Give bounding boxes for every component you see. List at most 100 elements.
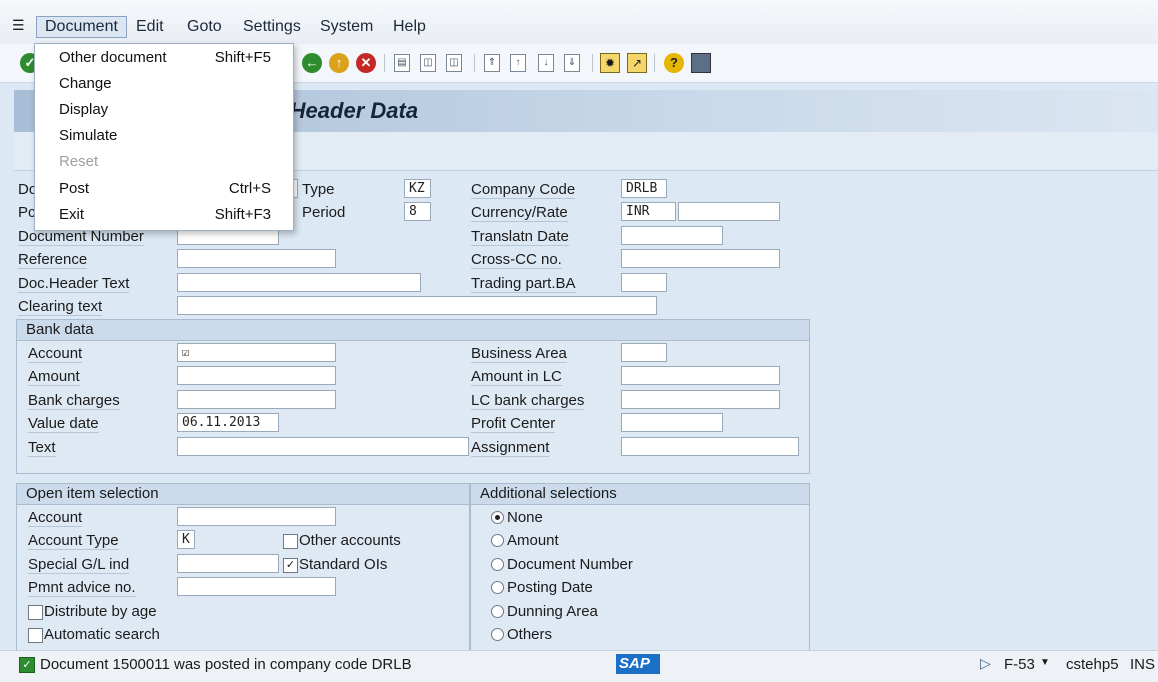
radio-posting-date[interactable]: [491, 581, 504, 594]
radio-amount[interactable]: [491, 534, 504, 547]
bank-charges-input[interactable]: [177, 390, 336, 409]
document-menu-dropdown: Other document Shift+F5 Change Display S…: [34, 43, 294, 231]
menu-item-reset: Reset: [59, 153, 99, 170]
label-currency-rate: Currency/Rate: [471, 204, 568, 222]
distribute-by-age-checkbox[interactable]: [28, 605, 43, 620]
radio-document-number[interactable]: [491, 558, 504, 571]
menu-item-post[interactable]: Post: [59, 180, 89, 197]
sap-logo: SAP: [616, 654, 660, 674]
menu-item-exit[interactable]: Exit: [59, 206, 84, 223]
label-others: Others: [507, 626, 553, 643]
label-period: Period: [302, 204, 346, 221]
label-bank-amount: Amount: [28, 368, 80, 386]
automatic-search-checkbox[interactable]: [28, 628, 43, 643]
menu-goto[interactable]: Goto: [187, 18, 222, 36]
radio-dunning-area[interactable]: [491, 605, 504, 618]
menu-settings[interactable]: Settings: [243, 18, 301, 36]
open-item-selection-title: Open item selection: [17, 484, 469, 505]
company-code-input[interactable]: DRLB: [621, 179, 667, 198]
oi-account-input[interactable]: [177, 507, 336, 526]
find-next-icon[interactable]: ◫: [446, 54, 462, 72]
new-session-icon[interactable]: ✹: [600, 53, 620, 73]
label-other-accounts: Other accounts: [299, 532, 401, 549]
prev-page-icon[interactable]: ↑: [510, 54, 526, 72]
lc-bank-charges-input[interactable]: [621, 390, 780, 409]
bank-data-title: Bank data: [17, 320, 809, 341]
cancel-icon[interactable]: ✕: [356, 53, 376, 73]
label-special-gl-ind: Special G/L ind: [28, 556, 130, 574]
transaction-code[interactable]: F-53: [1004, 656, 1035, 673]
profit-center-input[interactable]: [621, 413, 723, 432]
label-amount-in-lc: Amount in LC: [471, 368, 562, 386]
next-page-icon[interactable]: ↓: [538, 54, 554, 72]
menu-help[interactable]: Help: [393, 18, 426, 36]
label-amount: Amount: [507, 532, 559, 549]
standard-ois-checkbox[interactable]: ✓: [283, 558, 298, 573]
status-message[interactable]: Document 1500011 was posted in company c…: [40, 656, 412, 673]
menu-document[interactable]: Document: [36, 16, 127, 38]
label-bank-account: Account: [28, 345, 83, 363]
label-posting-date: Pc: [18, 204, 36, 221]
label-translation-date: Translatn Date: [471, 228, 569, 246]
label-trading-partner: Trading part.BA: [471, 275, 576, 293]
last-page-icon[interactable]: ⇓: [564, 54, 580, 72]
menu-item-other-document[interactable]: Other document: [59, 49, 167, 66]
label-posting-date-opt: Posting Date: [507, 579, 593, 596]
shortcut-exit: Shift+F3: [214, 206, 271, 223]
label-none: None: [507, 509, 543, 526]
radio-none[interactable]: [491, 511, 504, 524]
bank-amount-input[interactable]: [177, 366, 336, 385]
menu-system[interactable]: System: [320, 18, 373, 36]
bank-text-input[interactable]: [177, 437, 469, 456]
first-page-icon[interactable]: ⇑: [484, 54, 500, 72]
translation-date-input[interactable]: [621, 226, 723, 245]
label-automatic-search: Automatic search: [44, 626, 160, 643]
status-expand-icon[interactable]: ▷: [980, 655, 991, 672]
label-assignment: Assignment: [471, 439, 550, 457]
menu-item-change[interactable]: Change: [59, 75, 112, 92]
label-distribute-by-age: Distribute by age: [44, 603, 157, 620]
label-type: Type: [302, 181, 335, 198]
pmnt-advice-input[interactable]: [177, 577, 336, 596]
bank-account-input[interactable]: ☑: [177, 343, 336, 362]
menu-item-simulate[interactable]: Simulate: [59, 127, 117, 144]
assignment-input[interactable]: [621, 437, 799, 456]
other-accounts-checkbox[interactable]: [283, 534, 298, 549]
menu-bar: ☰ Document Edit Goto Settings System Hel…: [0, 0, 1158, 44]
doc-header-text-input[interactable]: [177, 273, 421, 292]
dropdown-arrow-icon[interactable]: ▼: [1040, 657, 1050, 668]
label-clearing-text: Clearing text: [18, 298, 103, 316]
label-dunning-area: Dunning Area: [507, 603, 598, 620]
exchange-rate-input[interactable]: [678, 202, 780, 221]
business-area-input[interactable]: [621, 343, 667, 362]
help-icon[interactable]: ?: [664, 53, 684, 73]
label-lc-bank-charges: LC bank charges: [471, 392, 585, 410]
print-icon[interactable]: ▤: [394, 54, 410, 72]
value-date-input[interactable]: 06.11.2013: [177, 413, 279, 432]
trading-partner-input[interactable]: [621, 273, 667, 292]
clearing-text-input[interactable]: [177, 296, 657, 315]
menu-edit[interactable]: Edit: [136, 18, 164, 36]
reference-input[interactable]: [177, 249, 336, 268]
label-oi-account: Account: [28, 509, 83, 527]
radio-others[interactable]: [491, 628, 504, 641]
label-doc-header-text: Doc.Header Text: [18, 275, 130, 293]
document-type-input[interactable]: KZ: [404, 179, 431, 198]
account-type-input[interactable]: K: [177, 530, 195, 549]
shortcut-other-document: Shift+F5: [214, 49, 271, 66]
find-icon[interactable]: ◫: [420, 54, 436, 72]
exit-icon[interactable]: ↑: [329, 53, 349, 73]
currency-input[interactable]: INR: [621, 202, 676, 221]
period-input[interactable]: 8: [404, 202, 431, 221]
shortcut-icon[interactable]: ↗: [627, 53, 647, 73]
customize-layout-icon[interactable]: [691, 53, 711, 73]
label-company-code: Company Code: [471, 181, 576, 199]
window-menu-icon[interactable]: ☰: [12, 17, 25, 34]
special-gl-input[interactable]: [177, 554, 279, 573]
server-name: cstehp5: [1066, 656, 1119, 673]
amount-in-lc-input[interactable]: [621, 366, 780, 385]
cross-cc-input[interactable]: [621, 249, 780, 268]
menu-item-display[interactable]: Display: [59, 101, 108, 118]
back-icon[interactable]: ←: [302, 53, 322, 73]
label-profit-center: Profit Center: [471, 415, 556, 433]
